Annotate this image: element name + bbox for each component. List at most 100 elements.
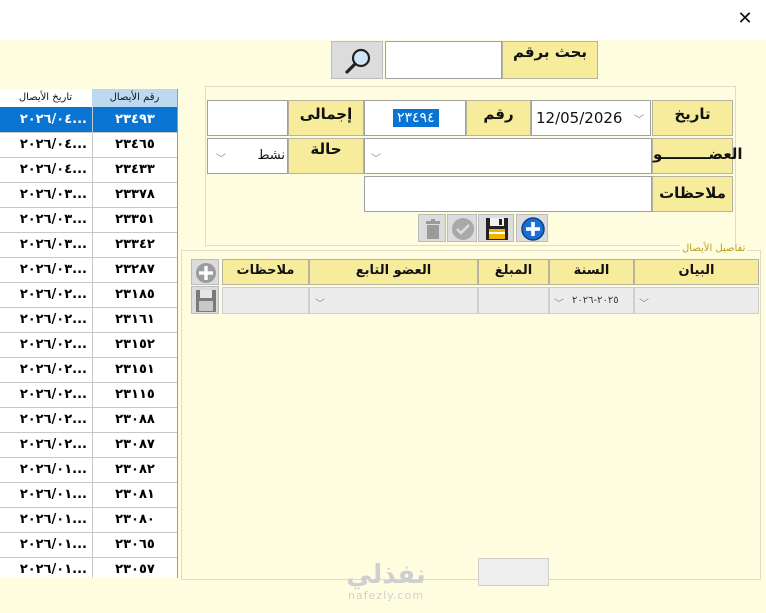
receipt-date-cell: ٢٠٢٦/٠٢... bbox=[19, 437, 87, 452]
receipt-number-cell: ٢٣١٦١ bbox=[92, 307, 177, 332]
chevron-down-icon[interactable]: ﹀ bbox=[216, 150, 226, 165]
chevron-down-icon[interactable]: ﹀ bbox=[371, 150, 381, 165]
table-row[interactable]: ٢٠٢٦/٠٢... ٢٣٠٨٨ bbox=[0, 407, 177, 433]
table-row[interactable]: ٢٠٢٦/٠٢... ٢٣١٥٢ bbox=[0, 332, 177, 358]
list-col-header-number: رقم الأيصال bbox=[92, 89, 177, 108]
detail-year-select[interactable]: ٢٠٢٥-٢٠٢٦ ﹀ bbox=[549, 287, 634, 314]
col-header-sub-member: العضو التابع bbox=[309, 259, 478, 285]
table-row[interactable]: ٢٠٢٦/٠١... ٢٣٠٦٥ bbox=[0, 532, 177, 558]
detail-description-select[interactable]: ﹀ bbox=[634, 287, 759, 314]
receipt-number-cell: ٢٣١١٥ bbox=[92, 382, 177, 407]
detail-sub-member-select[interactable]: ﹀ bbox=[309, 287, 478, 314]
table-row[interactable]: ٢٠٢٦/٠٣... ٢٣٣٥١ bbox=[0, 207, 177, 233]
receipt-date-cell: ٢٠٢٦/٠١... bbox=[19, 562, 87, 577]
receipt-number-cell: ٢٣٤٦٥ bbox=[92, 132, 177, 157]
watermark-sub: nafezly.com bbox=[347, 589, 425, 602]
delete-button[interactable] bbox=[418, 214, 446, 242]
details-title: تفاصيل الأيصال bbox=[680, 243, 748, 254]
receipt-date-cell: ٢٠٢٦/٠٢... bbox=[19, 362, 87, 377]
chevron-down-icon[interactable]: ﹀ bbox=[634, 111, 644, 126]
table-row[interactable]: ٢٠٢٦/٠٢... ٢٣١٨٥ bbox=[0, 282, 177, 308]
total-label: إجمالى bbox=[288, 100, 364, 136]
plus-circle-icon bbox=[196, 263, 216, 283]
date-value: 12/05/2026 bbox=[536, 109, 623, 127]
table-row[interactable]: ٢٠٢٦/٠٤... ٢٣٤٩٣ bbox=[0, 107, 177, 133]
date-picker[interactable]: 12/05/2026 ﹀ bbox=[531, 100, 651, 136]
detail-year-value: ٢٠٢٥-٢٠٢٦ bbox=[572, 295, 619, 306]
status-value: نشط bbox=[257, 148, 285, 163]
save-detail-button[interactable] bbox=[191, 286, 219, 314]
receipt-date-cell: ٢٠٢٦/٠٣... bbox=[19, 212, 87, 227]
receipt-date-cell: ٢٠٢٦/٠١... bbox=[19, 462, 87, 477]
save-button[interactable] bbox=[478, 214, 514, 242]
trash-icon bbox=[426, 219, 440, 239]
number-field[interactable]: ٢٣٤٩٤ bbox=[364, 100, 466, 136]
search-input[interactable] bbox=[385, 41, 502, 79]
search-button[interactable] bbox=[331, 41, 383, 79]
notes-field[interactable] bbox=[364, 176, 652, 212]
receipt-date-cell: ٢٠٢٦/٠١... bbox=[19, 512, 87, 527]
watermark-text: نفذلي bbox=[346, 560, 426, 590]
receipt-date-cell: ٢٠٢٦/٠١... bbox=[19, 537, 87, 552]
member-select[interactable]: ﹀ bbox=[364, 138, 652, 174]
receipt-date-cell: ٢٠٢٦/٠١... bbox=[19, 487, 87, 502]
plus-circle-icon bbox=[521, 217, 545, 241]
status-select[interactable]: نشط ﹀ bbox=[207, 138, 288, 174]
receipt-date-cell: ٢٠٢٦/٠٣... bbox=[19, 187, 87, 202]
total-field[interactable] bbox=[207, 100, 288, 136]
detail-amount-field[interactable] bbox=[478, 287, 549, 314]
add-button[interactable] bbox=[516, 214, 548, 242]
col-header-description: البيان bbox=[634, 259, 759, 285]
receipt-number-cell: ٢٣٠٥٧ bbox=[92, 557, 177, 578]
bottom-action-button[interactable] bbox=[478, 558, 549, 586]
watermark-logo: نفذلي nafezly.com bbox=[336, 560, 436, 610]
search-label: بحث برقم bbox=[502, 41, 598, 79]
receipt-date-cell: ٢٠٢٦/٠٤... bbox=[19, 137, 87, 152]
table-row[interactable]: ٢٠٢٦/٠٤... ٢٣٤٦٥ bbox=[0, 132, 177, 158]
chevron-down-icon[interactable]: ﹀ bbox=[639, 295, 649, 310]
table-row[interactable]: ٢٠٢٦/٠٢... ٢٣١٥١ bbox=[0, 357, 177, 383]
confirm-button[interactable] bbox=[447, 214, 477, 242]
receipt-number-cell: ٢٣٢٨٧ bbox=[92, 257, 177, 282]
table-row[interactable]: ٢٠٢٦/٠٤... ٢٣٤٣٣ bbox=[0, 157, 177, 183]
receipt-number-cell: ٢٣٤٩٣ bbox=[92, 107, 177, 132]
receipt-date-cell: ٢٠٢٦/٠٣... bbox=[19, 237, 87, 252]
receipt-number-cell: ٢٣١٥١ bbox=[92, 357, 177, 382]
receipt-number-cell: ٢٣٠٨٧ bbox=[92, 432, 177, 457]
receipt-date-cell: ٢٠٢٦/٠٢... bbox=[19, 337, 87, 352]
table-row[interactable]: ٢٠٢٦/٠٢... ٢٣١١٥ bbox=[0, 382, 177, 408]
receipt-number-cell: ٢٣٣٤٢ bbox=[92, 232, 177, 257]
detail-notes-field[interactable] bbox=[222, 287, 309, 314]
check-circle-icon bbox=[452, 218, 474, 240]
receipts-list[interactable]: تاريخ الأيصال رقم الأيصال ٢٠٢٦/٠٤... ٢٣٤٩… bbox=[0, 89, 178, 578]
col-header-amount: المبلغ bbox=[478, 259, 549, 285]
member-label: العضـــــــــو bbox=[652, 138, 743, 174]
add-detail-button[interactable] bbox=[191, 259, 219, 285]
receipt-date-cell: ٢٠٢٦/٠٣... bbox=[19, 262, 87, 277]
table-row[interactable]: ٢٠٢٦/٠١... ٢٣٠٥٧ bbox=[0, 557, 177, 578]
table-row[interactable]: ٢٠٢٦/٠١... ٢٣٠٨٢ bbox=[0, 457, 177, 483]
chevron-down-icon[interactable]: ﹀ bbox=[554, 295, 564, 310]
receipt-date-cell: ٢٠٢٦/٠٢... bbox=[19, 287, 87, 302]
receipt-date-cell: ٢٠٢٦/٠٢... bbox=[19, 312, 87, 327]
table-row[interactable]: ٢٠٢٦/٠٢... ٢٣٠٨٧ bbox=[0, 432, 177, 458]
list-col-header-date: تاريخ الأيصال bbox=[0, 89, 91, 108]
table-row[interactable]: ٢٠٢٦/٠٣... ٢٣٣٧٨ bbox=[0, 182, 177, 208]
chevron-down-icon[interactable]: ﹀ bbox=[315, 295, 325, 310]
receipt-number-cell: ٢٣٣٧٨ bbox=[92, 182, 177, 207]
close-icon[interactable]: ✕ bbox=[734, 9, 756, 31]
col-header-year: السنة bbox=[549, 259, 634, 285]
receipt-date-cell: ٢٠٢٦/٠٤... bbox=[19, 162, 87, 177]
receipt-number-cell: ٢٣٠٨٠ bbox=[92, 507, 177, 532]
receipt-number-cell: ٢٣٠٦٥ bbox=[92, 532, 177, 557]
table-row[interactable]: ٢٠٢٦/٠٢... ٢٣١٦١ bbox=[0, 307, 177, 333]
receipt-number-cell: ٢٣١٥٢ bbox=[92, 332, 177, 357]
col-header-notes: ملاحظات bbox=[222, 259, 309, 285]
date-label: تاريخ bbox=[652, 100, 733, 136]
table-row[interactable]: ٢٠٢٦/٠٣... ٢٣٣٤٢ bbox=[0, 232, 177, 258]
table-row[interactable]: ٢٠٢٦/٠٣... ٢٣٢٨٧ bbox=[0, 257, 177, 283]
receipt-number-cell: ٢٣٠٨٢ bbox=[92, 457, 177, 482]
table-row[interactable]: ٢٠٢٦/٠١... ٢٣٠٨٠ bbox=[0, 507, 177, 533]
receipt-number-cell: ٢٣١٨٥ bbox=[92, 282, 177, 307]
table-row[interactable]: ٢٠٢٦/٠١... ٢٣٠٨١ bbox=[0, 482, 177, 508]
